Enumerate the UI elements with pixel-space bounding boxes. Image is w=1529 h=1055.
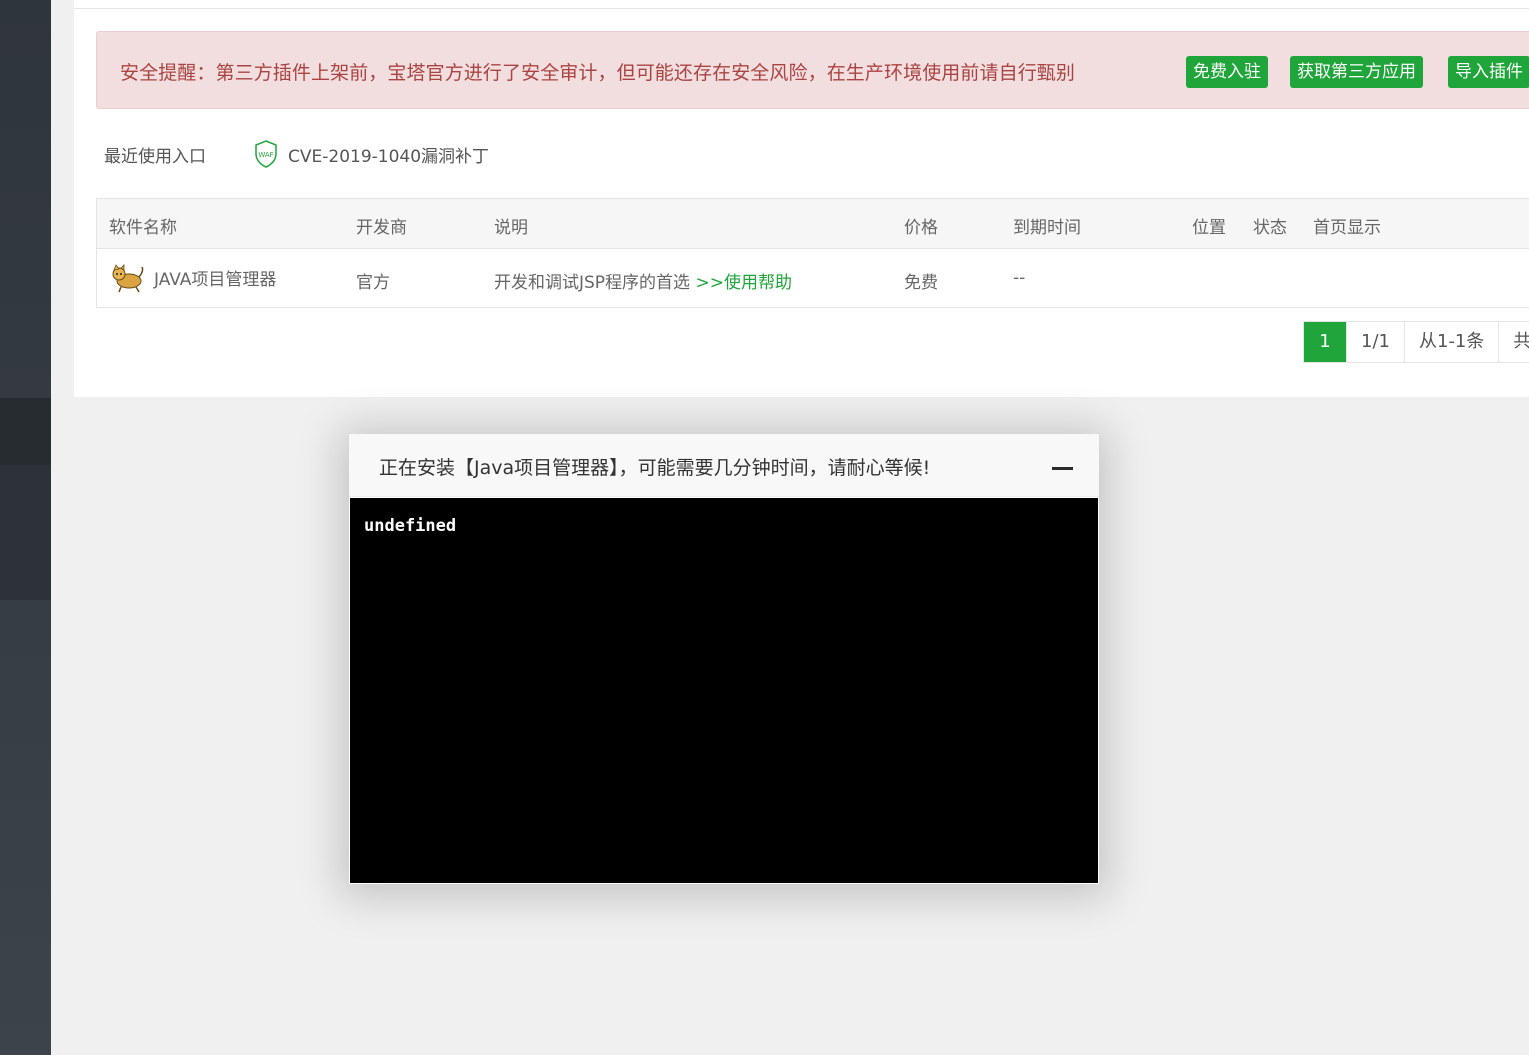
install-dialog: 正在安装【Java项目管理器】，可能需要几分钟时间，请耐心等候! undefin… (349, 434, 1099, 884)
divider (74, 8, 1529, 9)
table-row: JAVA项目管理器 官方 开发和调试JSP程序的首选 >>使用帮助 免费 -- (97, 249, 1529, 308)
col-location: 位置 (1192, 218, 1226, 238)
free-join-button[interactable]: 免费入驻 (1186, 56, 1268, 88)
sidebar (0, 0, 51, 1055)
col-homepage-display: 首页显示 (1313, 218, 1381, 238)
main-panel: 安全提醒：第三方插件上架前，宝塔官方进行了安全审计，但可能还存在安全风险，在生产… (74, 0, 1529, 397)
pagination: 1 1/1 从1-1条 共 (1303, 321, 1529, 363)
tomcat-icon (112, 264, 144, 293)
minimize-button[interactable] (1050, 457, 1074, 481)
waf-shield-icon: WAF (255, 140, 277, 168)
dialog-header: 正在安装【Java项目管理器】，可能需要几分钟时间，请耐心等候! (349, 434, 1099, 497)
col-software-name: 软件名称 (109, 218, 177, 238)
help-link[interactable]: >>使用帮助 (695, 273, 792, 293)
svg-text:WAF: WAF (258, 151, 273, 159)
expiry: -- (1013, 268, 1026, 288)
description: 开发和调试JSP程序的首选 >>使用帮助 (494, 268, 792, 293)
recent-item-cve-patch[interactable]: WAF CVE-2019-1040漏洞补丁 (254, 139, 489, 169)
get-third-party-apps-button[interactable]: 获取第三方应用 (1290, 56, 1423, 88)
security-alert: 安全提醒：第三方插件上架前，宝塔官方进行了安全审计，但可能还存在安全风险，在生产… (96, 31, 1529, 109)
page-total: 共 (1499, 322, 1529, 362)
description-text: 开发和调试JSP程序的首选 (494, 273, 691, 293)
col-description: 说明 (494, 218, 528, 238)
table-header: 软件名称 开发商 说明 价格 到期时间 位置 状态 首页显示 (97, 199, 1529, 249)
page-current[interactable]: 1 (1304, 322, 1347, 362)
sidebar-active-item[interactable] (0, 398, 51, 465)
minimize-icon (1052, 467, 1073, 470)
software-name[interactable]: JAVA项目管理器 (154, 265, 276, 290)
alert-text: 安全提醒：第三方插件上架前，宝塔官方进行了安全审计，但可能还存在安全风险，在生产… (120, 62, 1076, 84)
col-status: 状态 (1253, 218, 1287, 238)
sidebar-submenu (0, 465, 51, 600)
col-expiry: 到期时间 (1013, 218, 1081, 238)
col-price: 价格 (904, 218, 938, 238)
developer: 官方 (356, 273, 390, 293)
dialog-title: 正在安装【Java项目管理器】，可能需要几分钟时间，请耐心等候! (379, 457, 931, 479)
recent-item-label: CVE-2019-1040漏洞补丁 (288, 146, 490, 167)
import-plugin-button[interactable]: 导入插件 (1448, 56, 1529, 88)
page-count: 1/1 (1347, 322, 1405, 362)
col-developer: 开发商 (356, 218, 407, 238)
price: 免费 (904, 273, 938, 293)
install-log-terminal: undefined (350, 498, 1098, 883)
software-table: 软件名称 开发商 说明 价格 到期时间 位置 状态 首页显示 JAVA项目管理器… (96, 198, 1529, 308)
terminal-output: undefined (364, 516, 457, 536)
recent-entry-label: 最近使用入口 (104, 147, 206, 167)
page-range: 从1-1条 (1405, 322, 1500, 362)
